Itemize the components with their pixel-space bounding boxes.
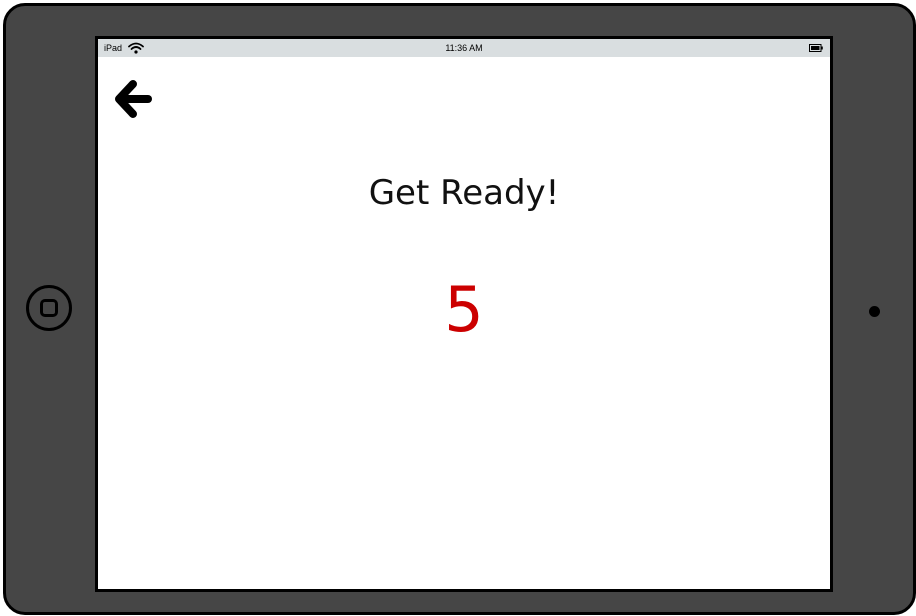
- ipad-device-frame: iPad 11:36 AM Get Ready! 5: [3, 3, 916, 615]
- screen: iPad 11:36 AM Get Ready! 5: [95, 36, 833, 592]
- camera-dot: [869, 306, 880, 317]
- countdown-number: 5: [444, 273, 484, 346]
- home-button[interactable]: [26, 285, 72, 331]
- home-button-icon: [40, 299, 58, 317]
- back-arrow-icon: [115, 80, 152, 118]
- battery-icon: [809, 44, 823, 52]
- status-bar: iPad 11:36 AM: [98, 39, 830, 57]
- status-time: 11:36 AM: [445, 43, 483, 53]
- back-button[interactable]: [112, 77, 154, 121]
- get-ready-heading: Get Ready!: [368, 173, 560, 213]
